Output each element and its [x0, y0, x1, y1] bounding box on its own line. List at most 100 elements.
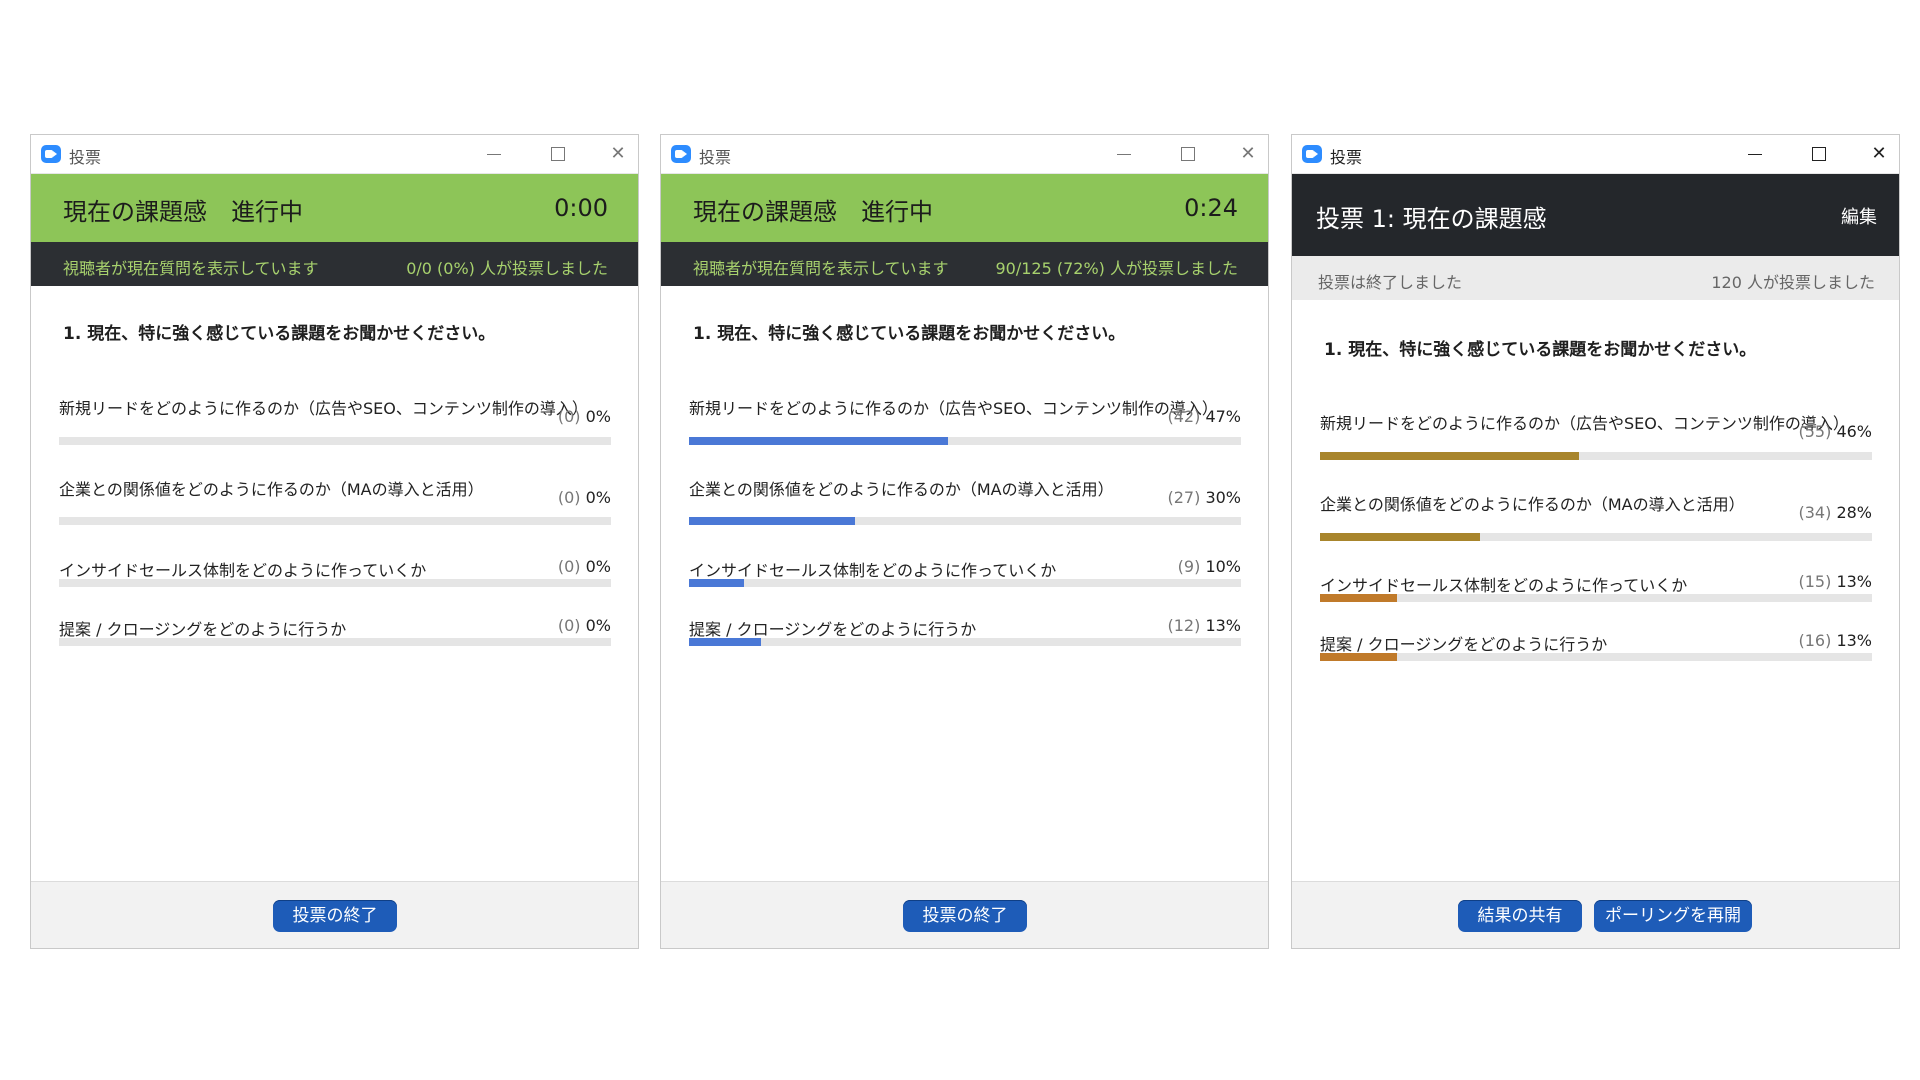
option-count: (0) — [557, 488, 581, 507]
viewer-status: 視聴者が現在質問を表示しています — [63, 259, 319, 278]
option-label: 提案 / クロージングをどのように行うか — [1320, 635, 1608, 654]
vote-count: 90/125 (72%) 人が投票しました — [995, 259, 1238, 278]
poll-title: 投票 1: 現在の課題感 — [1316, 205, 1547, 233]
result-bar-track — [1320, 452, 1872, 460]
maximize-icon[interactable] — [544, 141, 572, 167]
window-title: 投票 — [69, 148, 102, 167]
result-bar-fill — [1320, 594, 1398, 602]
option-result: (0) 0% — [558, 557, 611, 576]
viewer-status: 視聴者が現在質問を表示しています — [693, 259, 949, 278]
option-label: 新規リードをどのように作るのか（広告やSEO、コンテンツ制作の導入） — [689, 399, 1218, 418]
option-percent: 30% — [1205, 488, 1241, 507]
option-label: インサイドセールス体制をどのように作っていくか — [59, 561, 427, 580]
zoom-app-icon — [1302, 145, 1322, 163]
option-percent: 0% — [585, 407, 611, 426]
result-bar-track — [1320, 533, 1872, 541]
poll-header: 現在の課題感 進行中 0:00 — [31, 174, 638, 242]
poll-status-bar: 視聴者が現在質問を表示しています 90/125 (72%) 人が投票しました — [661, 242, 1268, 286]
result-bar-track — [689, 579, 1241, 587]
option-count: (0) — [557, 616, 581, 635]
result-bar-fill — [1320, 653, 1398, 661]
result-bar-fill — [689, 437, 949, 445]
poll-title: 現在の課題感 進行中 — [63, 198, 303, 226]
edit-link[interactable]: 編集 — [1841, 203, 1877, 229]
option-percent: 13% — [1205, 616, 1241, 635]
answer-option: インサイドセールス体制をどのように作っていくか (15) 13% — [1320, 572, 1872, 622]
title-bar[interactable]: 投票 ✕ — [1292, 135, 1899, 174]
poll-timer: 0:24 — [1184, 194, 1238, 222]
answer-option: 企業との関係値をどのように作るのか（MAの導入と活用） (27) 30% — [689, 476, 1241, 526]
title-bar[interactable]: 投票 ✕ — [661, 135, 1268, 174]
option-count: (16) — [1798, 631, 1832, 650]
option-count: (27) — [1167, 488, 1201, 507]
poll-title: 現在の課題感 進行中 — [693, 198, 933, 226]
close-icon[interactable]: ✕ — [1234, 141, 1262, 167]
result-bar-track — [59, 579, 611, 587]
poll-header: 現在の課題感 進行中 0:24 — [661, 174, 1268, 242]
poll-ended-status: 投票は終了しました — [1318, 273, 1463, 292]
poll-window-3: 投票 ✕ 投票 1: 現在の課題感 編集 投票は終了しました 120 人が投票し… — [1291, 134, 1900, 949]
option-count: (42) — [1167, 407, 1201, 426]
result-bar-track — [59, 517, 611, 525]
option-percent: 0% — [585, 616, 611, 635]
minimize-icon[interactable] — [1741, 141, 1769, 167]
question-text: 1. 現在、特に強く感じている課題をお聞かせください。 — [1324, 340, 1757, 360]
answer-option: 新規リードをどのように作るのか（広告やSEO、コンテンツ制作の導入） (55) … — [1320, 410, 1872, 460]
result-bar-track — [689, 437, 1241, 445]
option-result: (12) 13% — [1168, 616, 1242, 635]
option-label: 新規リードをどのように作るのか（広告やSEO、コンテンツ制作の導入） — [59, 399, 588, 418]
title-bar[interactable]: 投票 ✕ — [31, 135, 638, 174]
poll-window-1: 投票 ✕ 現在の課題感 進行中 0:00 視聴者が現在質問を表示しています 0/… — [30, 134, 639, 949]
poll-status-bar: 投票は終了しました 120 人が投票しました — [1292, 256, 1899, 300]
end-poll-button[interactable]: 投票の終了 — [903, 900, 1027, 932]
maximize-icon[interactable] — [1174, 141, 1202, 167]
option-percent: 13% — [1836, 631, 1872, 650]
end-poll-button[interactable]: 投票の終了 — [273, 900, 397, 932]
answer-option: 企業との関係値をどのように作るのか（MAの導入と活用） (0) 0% — [59, 476, 611, 526]
answer-option: 新規リードをどのように作るのか（広告やSEO、コンテンツ制作の導入） (0) 0… — [59, 395, 611, 445]
option-percent: 13% — [1836, 572, 1872, 591]
option-count: (0) — [557, 557, 581, 576]
option-percent: 0% — [585, 488, 611, 507]
restart-poll-button[interactable]: ポーリングを再開 — [1594, 900, 1752, 932]
answer-option: 提案 / クロージングをどのように行うか (0) 0% — [59, 616, 611, 666]
minimize-icon[interactable] — [1110, 141, 1138, 167]
option-count: (34) — [1798, 503, 1832, 522]
result-bar-track — [689, 517, 1241, 525]
result-bar-fill — [689, 579, 745, 587]
option-count: (9) — [1177, 557, 1201, 576]
option-count: (15) — [1798, 572, 1832, 591]
poll-window-2: 投票 ✕ 現在の課題感 進行中 0:24 視聴者が現在質問を表示しています 90… — [660, 134, 1269, 949]
option-label: インサイドセールス体制をどのように作っていくか — [1320, 576, 1688, 595]
option-label: 企業との関係値をどのように作るのか（MAの導入と活用） — [1320, 495, 1745, 514]
option-count: (0) — [557, 407, 581, 426]
option-result: (0) 0% — [558, 488, 611, 507]
share-results-button[interactable]: 結果の共有 — [1458, 900, 1582, 932]
question-text: 1. 現在、特に強く感じている課題をお聞かせください。 — [63, 324, 496, 344]
option-percent: 46% — [1836, 422, 1872, 441]
option-result: (27) 30% — [1168, 488, 1242, 507]
option-label: 提案 / クロージングをどのように行うか — [689, 620, 977, 639]
maximize-icon[interactable] — [1805, 141, 1833, 167]
answer-option: 提案 / クロージングをどのように行うか (16) 13% — [1320, 631, 1872, 681]
close-icon[interactable]: ✕ — [1865, 141, 1893, 167]
poll-footer: 結果の共有 ポーリングを再開 — [1292, 881, 1899, 948]
option-result: (0) 0% — [558, 616, 611, 635]
option-percent: 28% — [1836, 503, 1872, 522]
option-result: (55) 46% — [1799, 422, 1873, 441]
answer-option: インサイドセールス体制をどのように作っていくか (0) 0% — [59, 557, 611, 607]
option-result: (34) 28% — [1799, 503, 1873, 522]
option-label: インサイドセールス体制をどのように作っていくか — [689, 561, 1057, 580]
result-bar-track — [1320, 594, 1872, 602]
result-bar-fill — [689, 638, 761, 646]
result-bar-fill — [1320, 533, 1481, 541]
answer-option: 提案 / クロージングをどのように行うか (12) 13% — [689, 616, 1241, 666]
answer-option: 新規リードをどのように作るのか（広告やSEO、コンテンツ制作の導入） (42) … — [689, 395, 1241, 445]
minimize-icon[interactable] — [480, 141, 508, 167]
option-percent: 10% — [1205, 557, 1241, 576]
result-bar-track — [59, 437, 611, 445]
close-icon[interactable]: ✕ — [604, 141, 632, 167]
poll-timer: 0:00 — [554, 194, 608, 222]
answer-option: インサイドセールス体制をどのように作っていくか (9) 10% — [689, 557, 1241, 607]
zoom-app-icon — [671, 145, 691, 163]
